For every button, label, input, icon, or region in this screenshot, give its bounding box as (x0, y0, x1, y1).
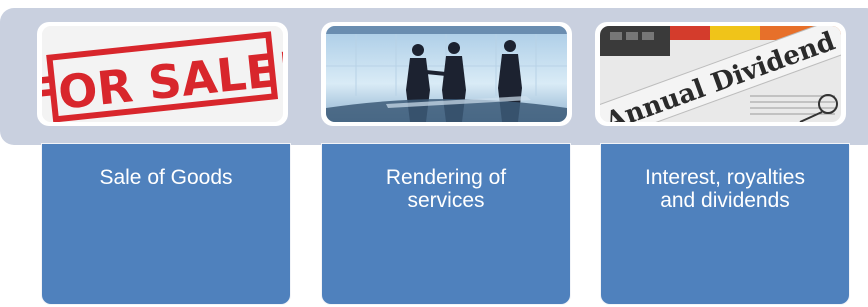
annual-dividend-image: Annual Dividend (595, 22, 846, 126)
interest-royalties-dividends-card: Interest, royalties and dividends (600, 143, 850, 305)
card-label: Rendering of services (322, 166, 570, 212)
card-label: Sale of Goods (42, 166, 290, 189)
newspaper-icon: Annual Dividend (600, 26, 841, 122)
for-sale-image: FOR SALE! (37, 22, 288, 126)
card-label: Interest, royalties and dividends (601, 166, 849, 212)
for-sale-sign-icon: FOR SALE! (42, 26, 283, 122)
card-label-line: and dividends (660, 189, 790, 212)
sale-of-goods-card: Sale of Goods (41, 143, 291, 305)
card-label-line: Interest, royalties (645, 166, 805, 189)
card-label-line: services (407, 189, 485, 212)
business-handshake-image (321, 22, 572, 126)
handshake-icon (326, 26, 567, 122)
card-label-line: Rendering of (385, 166, 507, 189)
rendering-of-services-card: Rendering of services (321, 143, 571, 305)
card-label-line: Sale of Goods (99, 166, 233, 189)
